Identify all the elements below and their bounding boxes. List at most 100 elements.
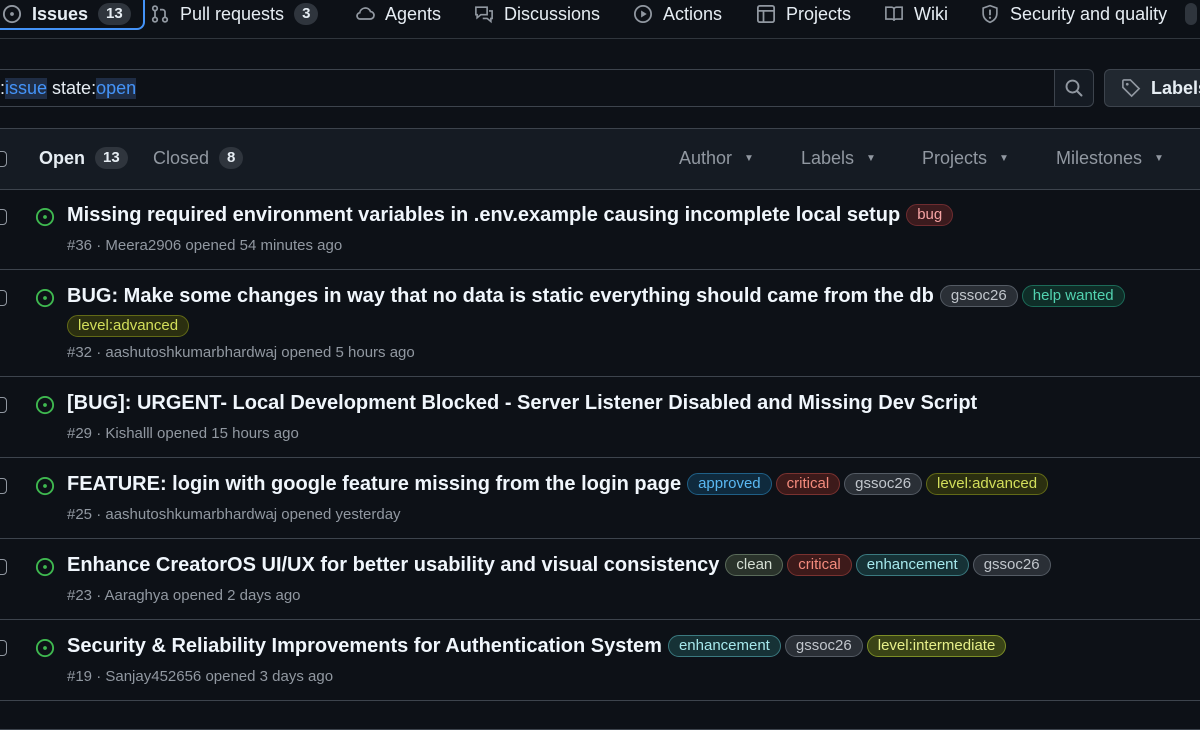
label-gssoc26[interactable]: gssoc26	[784, 635, 863, 657]
author-filter[interactable]: Author ▼	[679, 148, 754, 169]
issue-title-line: Enhance CreatorOS UI/UX for better usabi…	[67, 550, 1171, 580]
tab-security[interactable]: Security and quality	[980, 0, 1167, 28]
issues-list: Open 13 Closed 8 Author ▼ Labels ▼ Proje…	[0, 128, 1200, 730]
issue-row[interactable]: [BUG]: URGENT- Local Development Blocked…	[0, 377, 1200, 458]
label-help-wanted[interactable]: help wanted	[1021, 285, 1125, 307]
label-gssoc26[interactable]: gssoc26	[939, 285, 1018, 307]
chevron-down-icon: ▼	[1154, 153, 1164, 164]
label-gssoc26[interactable]: gssoc26	[972, 554, 1051, 576]
tab-discussions-label: Discussions	[504, 3, 601, 24]
book-icon	[885, 6, 903, 22]
label-level-advanced[interactable]: level:advanced	[926, 473, 1049, 495]
tab-overflow[interactable]: ​	[1185, 0, 1197, 28]
projects-filter[interactable]: Projects ▼	[922, 148, 1009, 169]
issue-title-line: BUG: Make some changes in way that no da…	[67, 281, 1171, 341]
tab-agents[interactable]: Agents	[355, 0, 441, 28]
search-token-state-key: state:	[47, 77, 97, 98]
labels-filter-label: Labels	[801, 148, 855, 168]
tab-actions-label: Actions	[663, 3, 723, 24]
label-enhancement[interactable]: enhancement	[667, 635, 781, 657]
issue-opened-icon	[35, 557, 55, 577]
issue-title[interactable]: [BUG]: URGENT- Local Development Blocked…	[67, 392, 977, 414]
open-label: Open	[39, 147, 86, 168]
issue-title-line: Missing required environment variables i…	[67, 200, 1171, 230]
comment-discussion-icon	[475, 6, 493, 24]
tab-projects[interactable]: Projects	[756, 0, 851, 28]
issue-checkbox[interactable]	[0, 209, 7, 225]
label-critical[interactable]: critical	[787, 554, 852, 576]
label-clean[interactable]: clean	[725, 554, 784, 576]
tab-projects-label: Projects	[786, 3, 852, 24]
labels-button[interactable]: Labels	[1104, 69, 1200, 107]
select-all-checkbox[interactable]	[0, 151, 7, 167]
issue-title[interactable]: BUG: Make some changes in way that no da…	[67, 285, 934, 307]
issue-row[interactable]: Enhance CreatorOS UI/UX for better usabi…	[0, 539, 1200, 620]
author-filter-label: Author	[679, 148, 733, 168]
issue-checkbox[interactable]	[0, 290, 7, 306]
issue-checkbox[interactable]	[0, 559, 7, 575]
issue-checkbox[interactable]	[0, 478, 7, 494]
issue-title[interactable]: FEATURE: login with google feature missi…	[67, 473, 681, 495]
tab-agents-label: Agents	[385, 3, 442, 24]
tab-pull-requests-count: 3	[294, 3, 319, 25]
chevron-down-icon: ▼	[744, 153, 754, 164]
label-approved[interactable]: approved	[687, 473, 772, 495]
issue-opened-icon	[35, 395, 55, 415]
tab-wiki[interactable]: Wiki	[884, 0, 948, 28]
issue-title[interactable]: Security & Reliability Improvements for …	[67, 635, 662, 657]
tab-issues[interactable]: Issues 13	[0, 0, 145, 30]
issue-title[interactable]: Enhance CreatorOS UI/UX for better usabi…	[67, 554, 719, 576]
closed-issues-toggle[interactable]: Closed 8	[153, 147, 244, 169]
search-token-state-value: open	[96, 77, 137, 99]
issue-row[interactable]: BUG: Make some changes in way that no da…	[0, 270, 1200, 377]
issue-row[interactable]: Missing required environment variables i…	[0, 189, 1200, 270]
issue-title-line: [BUG]: URGENT- Local Development Blocked…	[67, 388, 1171, 418]
open-issues-toggle[interactable]: Open 13	[39, 147, 128, 169]
tab-security-label: Security and quality	[1010, 3, 1168, 24]
label-level-intermediate[interactable]: level:intermediate	[866, 635, 1007, 657]
search-input[interactable]: s:issue state:open	[0, 69, 1055, 107]
shield-icon	[982, 4, 998, 24]
search-button[interactable]	[1054, 69, 1094, 107]
issue-meta: #29 · Kishalll opened 15 hours ago	[67, 425, 299, 442]
git-pull-request-icon	[151, 5, 169, 23]
tab-discussions[interactable]: Discussions	[474, 0, 600, 28]
label-bug[interactable]: bug	[906, 204, 954, 226]
issue-checkbox[interactable]	[0, 640, 7, 656]
issue-opened-icon	[35, 207, 55, 227]
tab-actions[interactable]: Actions	[633, 0, 722, 28]
labels-filter[interactable]: Labels ▼	[801, 148, 876, 169]
play-icon	[634, 5, 652, 23]
tab-issues-count: 13	[98, 3, 131, 25]
issue-meta: #19 · Sanjay452656 opened 3 days ago	[67, 668, 334, 685]
label-level-advanced[interactable]: level:advanced	[67, 315, 190, 337]
label-gssoc26[interactable]: gssoc26	[844, 473, 923, 495]
closed-count: 8	[219, 147, 244, 169]
table-icon	[757, 5, 775, 23]
issue-row[interactable]: Security & Reliability Improvements for …	[0, 620, 1200, 701]
tab-pull-requests-label: Pull requests	[180, 3, 285, 24]
milestones-filter-label: Milestones	[1056, 148, 1143, 168]
issue-meta: #23 · Aaraghya opened 2 days ago	[67, 587, 301, 604]
issues-list-header: Open 13 Closed 8 Author ▼ Labels ▼ Proje…	[0, 129, 1200, 190]
issue-checkbox[interactable]	[0, 397, 7, 413]
issue-opened-icon	[35, 476, 55, 496]
issue-row[interactable]: FEATURE: login with google feature missi…	[0, 458, 1200, 539]
tab-pull-requests[interactable]: Pull requests 3	[150, 0, 319, 28]
labels-button-label: Labels	[1151, 77, 1200, 98]
label-enhancement[interactable]: enhancement	[855, 554, 969, 576]
tab-overflow-counter: ​	[1185, 3, 1197, 25]
issue-opened-icon	[2, 4, 22, 24]
issue-meta: #25 · aashutoshkumarbhardwaj opened yest…	[67, 506, 401, 523]
agent-cloud-icon	[356, 7, 375, 20]
tab-wiki-label: Wiki	[914, 3, 948, 24]
search-icon	[1065, 79, 1083, 97]
issue-title-line: FEATURE: login with google feature missi…	[67, 469, 1171, 499]
label-critical[interactable]: critical	[775, 473, 841, 495]
issue-title-line: Security & Reliability Improvements for …	[67, 631, 1171, 661]
issue-title[interactable]: Missing required environment variables i…	[67, 204, 900, 226]
milestones-filter[interactable]: Milestones ▼	[1056, 148, 1164, 169]
chevron-down-icon: ▼	[866, 153, 876, 164]
chevron-down-icon: ▼	[999, 153, 1009, 164]
issue-meta: #36 · Meera2906 opened 54 minutes ago	[67, 237, 343, 254]
